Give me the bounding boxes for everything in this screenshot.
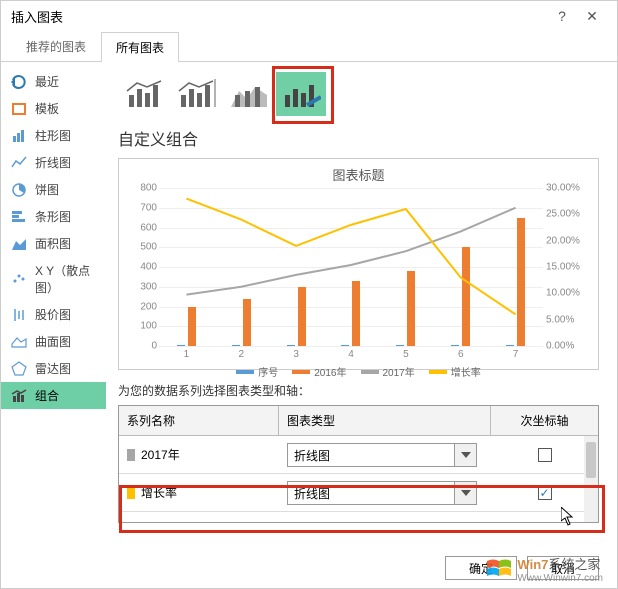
sidebar-item-label: 面积图	[35, 235, 71, 252]
chart-legend: 序号 2016年 2017年 增长率	[129, 364, 588, 379]
sidebar-item-combo[interactable]: 组合	[1, 382, 106, 409]
legend-label: 2017年	[383, 364, 415, 379]
radar-chart-icon	[11, 361, 27, 377]
sidebar-item-label: 最近	[35, 73, 59, 90]
combo-chart-icon	[11, 388, 27, 404]
legend-label: 序号	[258, 364, 278, 379]
chart-plot-area: 01002003004005006007008000.00%5.00%10.00…	[159, 188, 543, 346]
col-series-name: 系列名称	[119, 406, 279, 435]
bar-chart-icon	[11, 209, 27, 225]
help-button[interactable]: ?	[547, 8, 577, 24]
series-name: 2017年	[141, 446, 180, 463]
chevron-down-icon[interactable]	[454, 482, 476, 504]
series-row-2017[interactable]: 2017年 折线图	[119, 436, 598, 474]
template-icon	[11, 101, 27, 117]
stock-chart-icon	[11, 307, 27, 323]
sidebar-item-scatter[interactable]: X Y（散点图）	[1, 257, 106, 301]
scroll-thumb[interactable]	[586, 442, 596, 478]
sidebar-item-label: 组合	[35, 387, 59, 404]
chart-type-value: 折线图	[288, 444, 454, 466]
line-chart-icon	[11, 155, 27, 171]
sidebar-item-line[interactable]: 折线图	[1, 149, 106, 176]
cancel-button[interactable]: 取消	[527, 556, 599, 580]
sidebar-item-radar[interactable]: 雷达图	[1, 355, 106, 382]
sidebar-item-surface[interactable]: 曲面图	[1, 328, 106, 355]
grid-scrollbar[interactable]	[584, 436, 598, 522]
chart-preview[interactable]: 图表标题 01002003004005006007008000.00%5.00%…	[118, 158, 599, 370]
chart-type-combo[interactable]: 折线图	[287, 443, 477, 467]
secondary-axis-checkbox[interactable]	[538, 486, 552, 500]
ok-button[interactable]: 确定	[445, 556, 517, 580]
insert-chart-dialog: 插入图表 ? ✕ 推荐的图表 所有图表 最近 模板 柱形图 折线图	[0, 0, 618, 589]
sidebar-item-column[interactable]: 柱形图	[1, 122, 106, 149]
sidebar-item-label: 模板	[35, 100, 59, 117]
sidebar-item-label: X Y（散点图）	[35, 262, 96, 296]
col-secondary-axis: 次坐标轴	[491, 406, 598, 435]
tab-bar: 推荐的图表 所有图表	[1, 31, 617, 62]
series-name: 增长率	[141, 484, 177, 501]
series-config-label: 为您的数据系列选择图表类型和轴：	[118, 382, 599, 399]
sidebar-item-label: 股价图	[35, 306, 71, 323]
sidebar-item-label: 饼图	[35, 181, 59, 198]
sidebar-item-label: 曲面图	[35, 333, 71, 350]
chart-category-sidebar: 最近 模板 柱形图 折线图 饼图 条形图	[1, 62, 106, 552]
column-chart-icon	[11, 128, 27, 144]
chart-type-value: 折线图	[288, 482, 454, 504]
dialog-footer: 确定 取消	[445, 556, 599, 580]
pie-chart-icon	[11, 182, 27, 198]
titlebar: 插入图表 ? ✕	[1, 1, 617, 31]
sidebar-item-label: 雷达图	[35, 360, 71, 377]
combo-subtype-3[interactable]	[224, 72, 274, 116]
sidebar-item-label: 折线图	[35, 154, 71, 171]
tab-all-charts[interactable]: 所有图表	[101, 32, 179, 62]
grid-header: 系列名称 图表类型 次坐标轴	[119, 406, 598, 436]
tab-recommended[interactable]: 推荐的图表	[11, 31, 101, 61]
combo-subtype-1[interactable]	[120, 72, 170, 116]
legend-label: 增长率	[451, 364, 481, 379]
scatter-chart-icon	[11, 271, 27, 287]
series-color-swatch	[127, 449, 135, 461]
series-config-grid: 系列名称 图表类型 次坐标轴 2017年 折线图	[118, 405, 599, 523]
col-chart-type: 图表类型	[279, 406, 491, 435]
dialog-title: 插入图表	[11, 7, 547, 26]
chart-type-combo[interactable]: 折线图	[287, 481, 477, 505]
sidebar-item-templates[interactable]: 模板	[1, 95, 106, 122]
sidebar-item-recent[interactable]: 最近	[1, 68, 106, 95]
sidebar-item-label: 柱形图	[35, 127, 71, 144]
combo-subtype-2[interactable]	[172, 72, 222, 116]
sidebar-item-stock[interactable]: 股价图	[1, 301, 106, 328]
main-panel: 自定义组合 图表标题 01002003004005006007008000.00…	[106, 62, 617, 552]
combo-subtype-row	[120, 72, 599, 116]
secondary-axis-checkbox[interactable]	[538, 448, 552, 462]
legend-label: 2016年	[314, 364, 346, 379]
series-row-growth[interactable]: 增长率 折线图	[119, 474, 598, 512]
combo-subtype-4-custom[interactable]	[276, 72, 326, 116]
sidebar-item-area[interactable]: 面积图	[1, 230, 106, 257]
chevron-down-icon[interactable]	[454, 444, 476, 466]
close-button[interactable]: ✕	[577, 8, 607, 25]
recent-icon	[11, 74, 27, 90]
series-color-swatch	[127, 487, 135, 499]
chart-preview-title: 图表标题	[129, 165, 588, 184]
surface-chart-icon	[11, 334, 27, 350]
sidebar-item-label: 条形图	[35, 208, 71, 225]
sidebar-item-bar[interactable]: 条形图	[1, 203, 106, 230]
combo-section-title: 自定义组合	[118, 126, 599, 150]
sidebar-item-pie[interactable]: 饼图	[1, 176, 106, 203]
area-chart-icon	[11, 236, 27, 252]
